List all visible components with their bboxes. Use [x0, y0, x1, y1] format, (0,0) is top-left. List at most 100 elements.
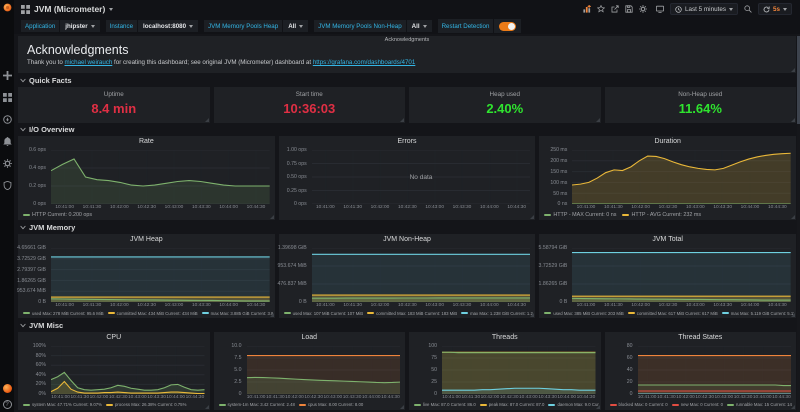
- legend-series[interactable]: system Max: 47.71% Current: 9.07%: [23, 402, 102, 407]
- sidebar-item-explore[interactable]: [3, 115, 12, 124]
- legend-series[interactable]: HTTP - MAX Current: 0 ns: [544, 212, 616, 218]
- panel-header[interactable]: Duration: [539, 136, 796, 147]
- rate-chart[interactable]: 0 ops0.2 ops0.4 ops0.6 ops10:41:0010:41:…: [18, 147, 275, 220]
- plot-area[interactable]: [572, 150, 791, 204]
- panel-header[interactable]: Errors: [279, 136, 536, 147]
- share-button[interactable]: [611, 5, 619, 13]
- variable-value-dropdown[interactable]: localhost:8080: [138, 20, 198, 32]
- threads-chart[interactable]: 025507510010:41:0010:41:3010:42:0010:42:…: [409, 343, 601, 410]
- panel-header[interactable]: JVM Non-Heap: [279, 234, 536, 245]
- chart-canvas[interactable]: [638, 346, 792, 394]
- zoom-out-button[interactable]: [744, 5, 752, 13]
- panel-header[interactable]: Heap used: [490, 91, 520, 98]
- plot-area[interactable]: [247, 346, 401, 394]
- variable-application[interactable]: Application jhipster: [21, 20, 100, 32]
- legend-series[interactable]: committed Max: 434 MiB Current: 434 MiB: [108, 311, 198, 316]
- legend-series[interactable]: runnable Max: 15 Current: 14: [727, 402, 792, 407]
- chart-canvas[interactable]: [247, 346, 401, 394]
- panel-header[interactable]: Threads: [409, 332, 601, 343]
- plot-area[interactable]: [312, 248, 531, 302]
- variable-value-dropdown[interactable]: jhipster: [60, 20, 99, 32]
- legend-series[interactable]: process Max: 26.38% Current: 0.75%: [106, 402, 186, 407]
- sidebar-item-create[interactable]: [3, 71, 12, 80]
- chart-canvas[interactable]: [572, 248, 791, 302]
- chart-canvas[interactable]: [312, 248, 531, 302]
- save-button[interactable]: [625, 5, 633, 13]
- refresh-picker[interactable]: 5s: [758, 3, 792, 15]
- panel-header[interactable]: Start time: [296, 91, 323, 98]
- user-avatar[interactable]: [3, 384, 12, 393]
- plot-area[interactable]: No data: [312, 150, 531, 204]
- legend-series[interactable]: used Max: 385 MiB Current: 203 MiB: [544, 311, 623, 316]
- star-button[interactable]: [597, 5, 605, 13]
- restart-detection-toggle[interactable]: [499, 22, 516, 31]
- legend-series[interactable]: max Max: 1.238 GiB Current: 1.234 GiB: [461, 311, 533, 316]
- grafana-logo-icon[interactable]: [2, 2, 13, 13]
- time-range-picker[interactable]: Last 5 minutes: [670, 3, 738, 15]
- cycle-view-mode-button[interactable]: [656, 5, 664, 13]
- legend-series[interactable]: system-1m Max: 3.42 Current: 2.48: [219, 402, 295, 407]
- errors-chart[interactable]: 0 ops0.25 ops0.50 ops0.75 ops1.00 opsNo …: [279, 147, 536, 220]
- jvm-total-chart[interactable]: 0 B1.86265 GiB3.72529 GiB5.58794 GiB10:4…: [539, 245, 796, 318]
- panel-header[interactable]: Uptime: [104, 91, 124, 98]
- plot-area[interactable]: [572, 248, 791, 302]
- row-header-jvm-memory[interactable]: JVM Memory: [18, 222, 796, 232]
- legend-series[interactable]: HTTP - AVG Current: 232 ms: [622, 212, 701, 218]
- chevron-down-icon[interactable]: [109, 8, 113, 11]
- panel-header[interactable]: JVM Total: [539, 234, 796, 245]
- legend-series[interactable]: cpus Max: 8.00 Current: 8.00: [299, 402, 363, 407]
- panel-header[interactable]: Rate: [18, 136, 275, 147]
- cpu-chart[interactable]: 0%20%40%60%80%100%10:41:0010:41:3010:42:…: [18, 343, 210, 410]
- chart-canvas[interactable]: [572, 150, 791, 204]
- row-header-jvm-misc[interactable]: JVM Misc: [18, 320, 796, 330]
- variable-instance[interactable]: Instance localhost:8080: [106, 20, 198, 32]
- add-panel-button[interactable]: [583, 5, 591, 13]
- jvm-non-heap-chart[interactable]: 0 B476.837 MiB953.674 MiB1.39698 GiB10:4…: [279, 245, 536, 318]
- sidebar-item-server-admin[interactable]: [3, 181, 12, 190]
- plot-area[interactable]: [442, 346, 596, 394]
- duration-chart[interactable]: 0 ns50 ms100 ms150 ms200 ms250 ms10:41:0…: [539, 147, 796, 220]
- variable-value-dropdown[interactable]: All: [283, 20, 308, 32]
- legend-series[interactable]: peak Max: 87.0 Current: 87.0: [480, 402, 545, 407]
- panel-header[interactable]: JVM Heap: [18, 234, 275, 245]
- legend-series[interactable]: live Max: 87.0 Current: 86.0: [414, 402, 476, 407]
- dashboard-settings-button[interactable]: [639, 5, 647, 13]
- dashboard-title[interactable]: JVM (Micrometer): [34, 4, 105, 14]
- panel-header[interactable]: CPU: [18, 332, 210, 343]
- chart-canvas[interactable]: [51, 346, 205, 394]
- panel-header[interactable]: Acknowledgments: [18, 37, 796, 43]
- variable-jvm-memory-pools-heap[interactable]: JVM Memory Pools Heap All: [204, 20, 308, 32]
- legend-series[interactable]: new Max: 0 Current: 0: [672, 402, 723, 407]
- legend-series[interactable]: committed Max: 183 MiB Current: 183 MiB: [367, 311, 457, 316]
- panel-header[interactable]: Non-Heap used: [678, 91, 722, 98]
- plot-area[interactable]: [638, 346, 792, 394]
- chart-canvas[interactable]: [442, 346, 596, 394]
- legend-series[interactable]: HTTP Current: 0.200 ops: [23, 212, 92, 218]
- row-header-quick-facts[interactable]: Quick Facts: [18, 75, 796, 85]
- plot-area[interactable]: [51, 346, 205, 394]
- chart-canvas[interactable]: [51, 150, 270, 204]
- variable-jvm-memory-pools-non-heap[interactable]: JVM Memory Pools Non-Heap All: [314, 20, 431, 32]
- jvm-heap-chart[interactable]: 0 B953.674 MiB1.86265 GiB2.79397 GiB3.72…: [18, 245, 275, 318]
- sidebar-item-dashboards[interactable]: [3, 93, 12, 102]
- ack-author-link[interactable]: michael weirauch: [65, 59, 113, 66]
- legend-series[interactable]: max Max: 5.119 GiB Current: 5.119 GiB: [722, 311, 794, 316]
- load-chart[interactable]: 02.55.07.510.010:41:0010:41:3010:42:0010…: [214, 343, 406, 410]
- row-header-io-overview[interactable]: I/O Overview: [18, 125, 796, 135]
- thread-states-chart[interactable]: 02040608010:41:0010:41:3010:42:0010:42:3…: [605, 343, 797, 410]
- help-icon[interactable]: ?: [3, 400, 12, 409]
- sidebar-item-alerting[interactable]: [3, 137, 12, 146]
- sidebar-item-configuration[interactable]: [3, 159, 12, 168]
- plot-area[interactable]: [51, 150, 270, 204]
- legend-series[interactable]: max Max: 3.885 GiB Current: 3.885 GiB: [202, 311, 273, 316]
- legend-series[interactable]: blocked Max: 0 Current: 0: [610, 402, 668, 407]
- legend-series[interactable]: committed Max: 617 MiB Current: 617 MiB: [628, 311, 718, 316]
- chart-canvas[interactable]: [51, 248, 270, 302]
- legend-series[interactable]: used Max: 278 MiB Current: 95.6 MiB: [23, 311, 104, 316]
- ack-dashboard-link[interactable]: https://grafana.com/dashboards/4701: [313, 59, 416, 66]
- panel-header[interactable]: Load: [214, 332, 406, 343]
- variable-value-dropdown[interactable]: All: [407, 20, 432, 32]
- legend-series[interactable]: used Max: 107 MiB Current: 107 MiB: [284, 311, 363, 316]
- plot-area[interactable]: [51, 248, 270, 302]
- panel-header[interactable]: Thread States: [605, 332, 797, 343]
